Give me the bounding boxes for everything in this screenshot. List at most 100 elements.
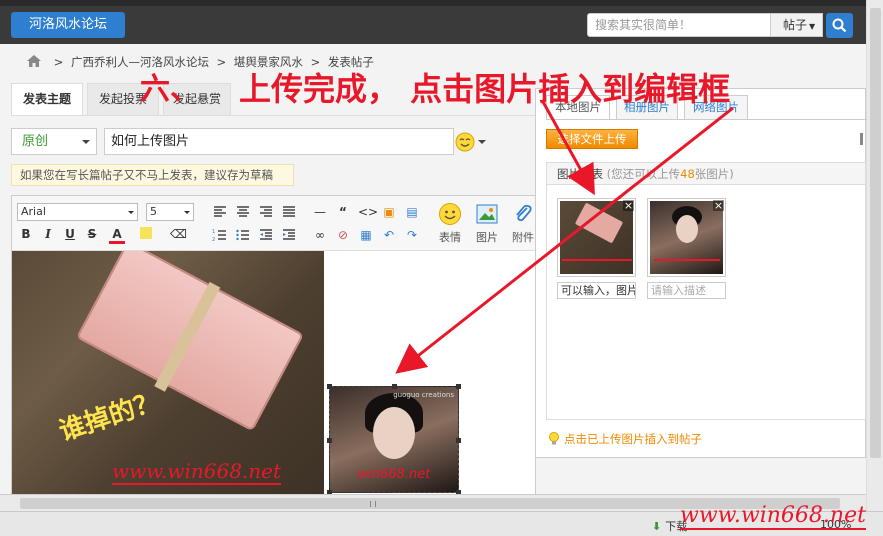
outdent-icon[interactable] [258,227,274,243]
title-input[interactable]: 如何上传图片 [104,128,454,155]
image-description-input[interactable]: 请输入描述 [647,282,726,299]
image-icon [476,204,498,224]
italic-icon[interactable]: I [40,226,56,242]
insert-tip-text: 点击已上传图片插入到帖子 [564,432,702,446]
align-left-icon[interactable] [212,204,228,220]
scrollbar-thumb[interactable] [870,8,881,458]
chevron-down-icon [128,211,134,217]
close-icon[interactable]: × [713,200,724,211]
thread-type-select[interactable]: 原创 [11,128,97,155]
chevron-down-icon: ▼ [809,22,816,31]
portrait-face-graphic [676,215,698,243]
bold-icon[interactable]: B [18,226,34,242]
page-watermark: www.win668.net [680,503,866,530]
hide-content-icon[interactable]: ▤ [404,204,420,220]
chevron-down-icon[interactable] [478,140,486,148]
panel-resize-edge[interactable] [860,133,863,145]
uploaded-thumb-2[interactable]: × [647,198,726,277]
uploaded-thumb-1[interactable]: × [557,198,636,277]
resize-handle[interactable] [456,438,461,443]
home-icon[interactable] [26,54,42,68]
redo-icon[interactable]: ↷ [404,227,420,243]
image-watermark: win668.net [357,467,431,482]
draft-tip: 如果您在写长篇帖子又不马上发表，建议存为草稿 [11,164,294,186]
forum-logo-button[interactable]: 河洛风水论坛 [11,12,125,38]
thumb-image [560,201,633,274]
close-icon[interactable]: × [623,200,634,211]
thread-type-value: 原创 [22,134,49,149]
bullet-list-icon[interactable] [235,227,251,243]
underline-icon[interactable]: U [62,226,78,242]
top-navbar: 河洛风水论坛 搜索其实很简单！ 帖子 ▼ [0,0,866,44]
smiley-icon[interactable] [455,132,475,152]
search-button[interactable] [826,13,853,38]
align-right-icon[interactable] [258,204,274,220]
undo-icon[interactable]: ↶ [381,227,397,243]
chevron-down-icon [184,211,190,217]
resize-handle[interactable] [327,384,332,389]
remaining-upload-count: 48 [680,167,695,181]
svg-text:1: 1 [212,229,215,235]
font-family-select[interactable]: Arial [17,203,138,221]
watermark-line [654,259,720,261]
search-icon [832,18,847,33]
svg-text:2: 2 [212,237,215,243]
eraser-icon[interactable]: ⌫ [170,226,187,242]
editor-toolbar: Arial 5 B I U S A ⌫ 12 — “ <> ▣ ▤ ∞ ⊘ ▦ … [12,196,535,251]
breadcrumb-separator: > [216,55,227,69]
font-family-value: Arial [21,205,46,218]
horizontal-rule-icon[interactable]: — [312,204,328,220]
inserted-image-portrait[interactable]: guoguo creations win668.net [327,384,461,495]
align-center-icon[interactable] [235,204,251,220]
font-size-select[interactable]: 5 [146,203,194,221]
annotation-step-number: 六、 [140,72,200,107]
resize-handle[interactable] [392,384,397,389]
image-upload-panel: 本地图片 相册图片 网络图片 选择文件上传 图片列表 (您还可以上传48张图片)… [535,88,867,458]
rich-text-editor: Arial 5 B I U S A ⌫ 12 — “ <> ▣ ▤ ∞ ⊘ ▦ … [11,195,536,495]
image-list-note-prefix: (您还可以上传 [606,167,681,181]
link-icon[interactable]: ∞ [312,227,328,243]
band-graphic [154,281,221,392]
smiley-icon [439,203,461,225]
quote-icon[interactable]: “ [335,204,351,220]
image-button[interactable]: 图片 [470,202,504,245]
image-description-input[interactable]: 可以输入，图片 [557,282,636,299]
font-size-value: 5 [150,205,157,218]
image-caption-text: 谁掉的？ [55,386,164,448]
search-scope-label: 帖子 [783,18,808,32]
search-input[interactable]: 搜索其实很简单！ [587,13,771,37]
indent-icon[interactable] [281,227,297,243]
image-list-title: 图片列表 [557,167,603,181]
search-scope-select[interactable]: 帖子 ▼ [771,13,823,37]
image-credit: guoguo creations [393,391,454,399]
strikethrough-icon[interactable]: S [84,226,100,242]
lightbulb-icon [549,432,559,445]
annotation-text: 上传完成， 点击图片插入到编辑框 [239,70,731,108]
tab-new-thread[interactable]: 发表主题 [11,83,83,115]
image-list-header: 图片列表 (您还可以上传48张图片) [547,163,865,185]
select-file-upload-button[interactable]: 选择文件上传 [546,129,638,149]
resize-handle[interactable] [327,438,332,443]
scrollbar-grip [370,501,376,507]
code-icon[interactable]: <> [358,204,378,220]
download-icon: ⬇ [652,520,662,533]
image-list-note-suffix: 张图片) [694,167,734,181]
uploaded-image-list: 图片列表 (您还可以上传48张图片) × 可以输入，图片 × 请输入描述 [546,162,866,420]
editor-canvas[interactable]: 谁掉的？ www.win668.net guoguo creations win… [12,251,535,495]
align-justify-icon[interactable] [281,204,297,220]
highlight-color-icon[interactable] [140,227,152,239]
text-color-icon[interactable]: A [109,226,125,244]
resize-handle[interactable] [456,384,461,389]
free-content-icon[interactable]: ▣ [381,204,397,220]
emoticon-button[interactable]: 表情 [433,202,467,245]
ordered-list-icon[interactable]: 12 [212,227,228,243]
vertical-scrollbar[interactable] [866,0,883,511]
unlink-icon[interactable]: ⊘ [335,227,351,243]
insert-tip: 点击已上传图片插入到帖子 [548,431,702,447]
inserted-image-money[interactable]: 谁掉的？ www.win668.net [12,251,324,495]
table-icon[interactable]: ▦ [358,227,374,243]
portrait-face-graphic [373,407,415,459]
image-watermark: www.win668.net [112,459,282,485]
chevron-down-icon [82,140,90,148]
breadcrumb-separator: > [53,55,64,69]
